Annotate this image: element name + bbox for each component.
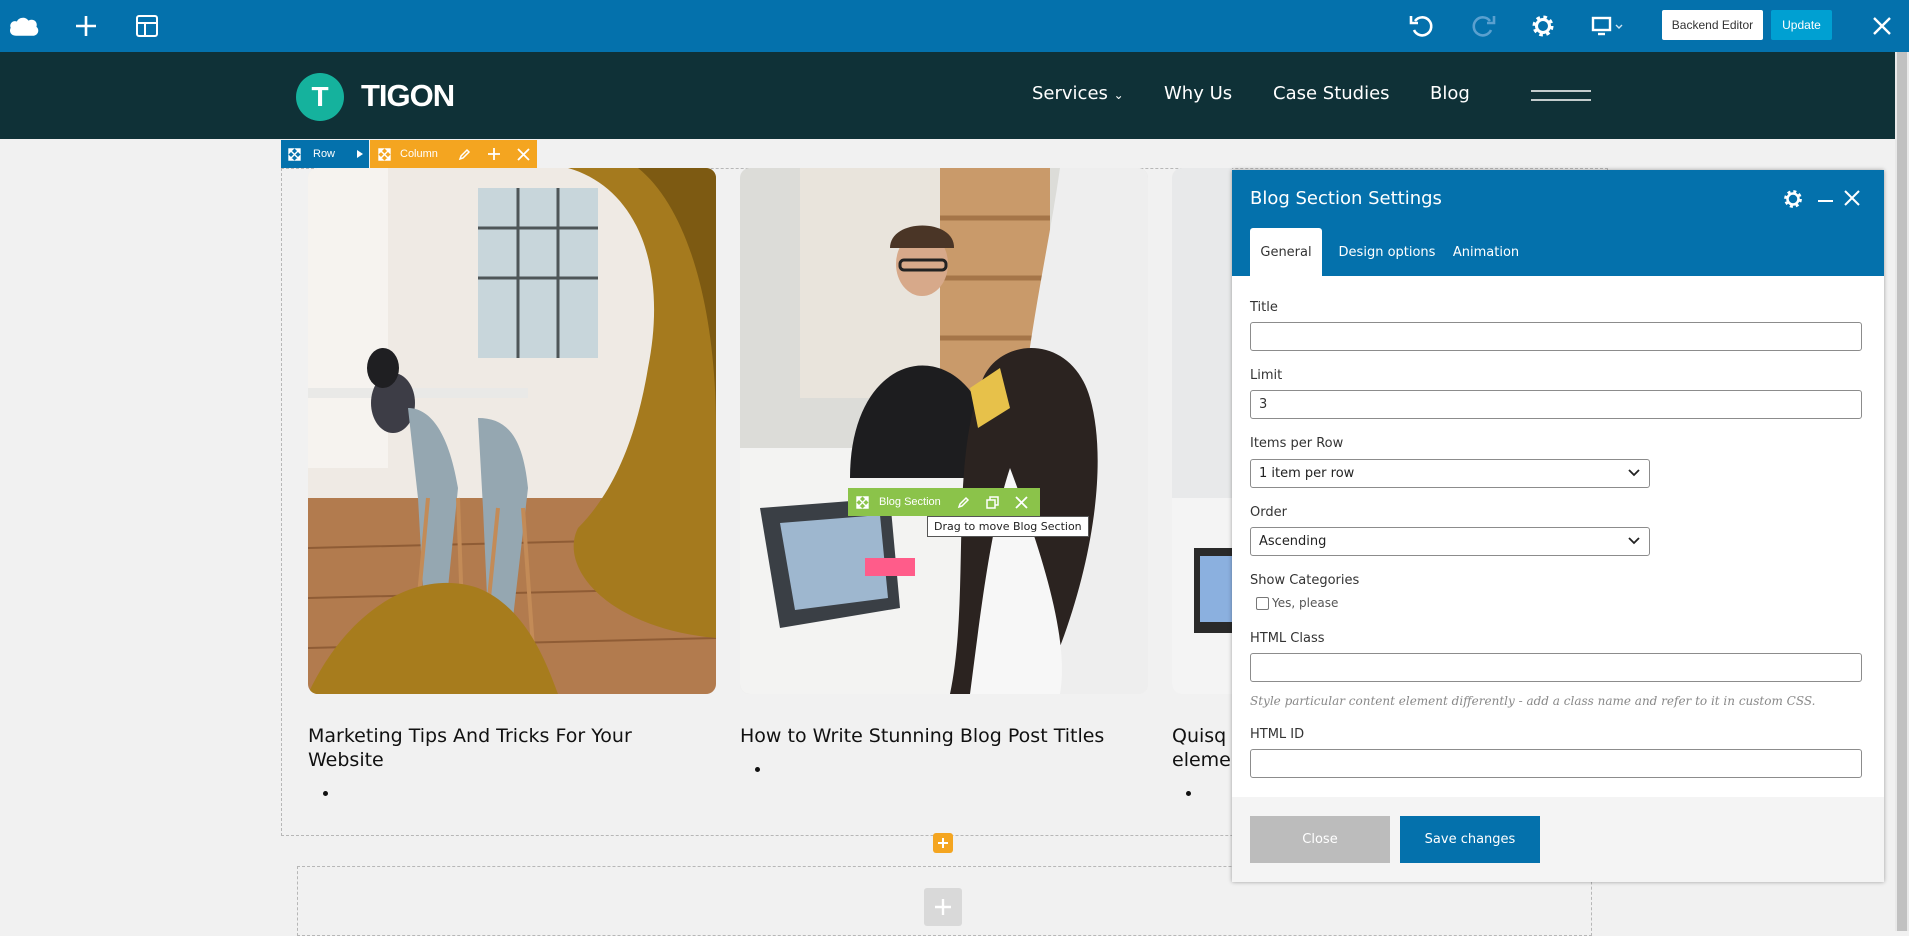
tab-general[interactable]: General	[1250, 228, 1322, 276]
blog-section-control[interactable]: Blog Section	[848, 488, 1040, 516]
title-label: Title	[1250, 300, 1278, 315]
dialog-header[interactable]: Blog Section Settings General Design opt…	[1232, 170, 1884, 276]
builder-toolbar: Backend Editor Update	[0, 0, 1909, 52]
redo-icon[interactable]	[1467, 10, 1499, 42]
html-id-label: HTML ID	[1250, 727, 1305, 742]
html-class-label: HTML Class	[1250, 631, 1325, 646]
page-scrollbar-thumb[interactable]	[1897, 52, 1907, 931]
chevron-down-icon: ⌄	[1113, 88, 1124, 102]
post-title-1-line2[interactable]: Website	[308, 748, 632, 772]
blog-section-settings-dialog: Blog Section Settings General Design opt…	[1232, 170, 1884, 882]
close-editor-icon[interactable]	[1866, 10, 1898, 42]
column-control[interactable]: Column	[370, 140, 537, 168]
meta-bullet	[323, 791, 328, 796]
move-icon[interactable]	[288, 147, 301, 161]
add-row-plus-icon[interactable]	[924, 888, 962, 926]
nav-why-us[interactable]: Why Us	[1164, 83, 1232, 104]
nav-blog[interactable]: Blog	[1430, 83, 1470, 104]
tab-design-options[interactable]: Design options	[1332, 228, 1442, 276]
html-class-help-text: Style particular content element differe…	[1250, 694, 1816, 708]
items-per-row-select[interactable]: 1 item per row	[1250, 459, 1650, 488]
show-categories-label: Show Categories	[1250, 573, 1360, 588]
delete-x-icon[interactable]	[517, 147, 530, 161]
hamburger-menu-icon[interactable]	[1531, 87, 1591, 103]
logo-text[interactable]: TIGON	[361, 78, 455, 114]
undo-icon[interactable]	[1406, 10, 1438, 42]
items-per-row-value: 1 item per row	[1259, 466, 1355, 481]
cloud-logo-icon[interactable]	[8, 10, 40, 42]
row-label: Row	[313, 148, 336, 160]
nav-services[interactable]: Services ⌄	[1032, 83, 1124, 104]
backend-editor-button[interactable]: Backend Editor	[1662, 10, 1763, 40]
chevron-down-icon	[1628, 536, 1640, 546]
post-title-1-line1[interactable]: Marketing Tips And Tricks For Your	[308, 724, 632, 748]
edit-pencil-icon[interactable]	[957, 496, 970, 509]
responsive-view-icon[interactable]	[1588, 10, 1628, 42]
edit-pencil-icon[interactable]	[458, 148, 471, 161]
post-title-3-line2[interactable]: eleme	[1172, 748, 1231, 772]
column-label: Column	[400, 148, 438, 160]
order-select[interactable]: Ascending	[1250, 527, 1650, 556]
limit-input[interactable]: 3	[1250, 390, 1862, 419]
caret-right-icon[interactable]	[357, 150, 364, 158]
order-label: Order	[1250, 505, 1287, 520]
post-image-meeting[interactable]	[740, 168, 1148, 694]
add-plus-icon[interactable]	[487, 147, 501, 161]
post-image-third[interactable]	[1172, 168, 1232, 694]
tab-animation[interactable]: Animation	[1446, 228, 1526, 276]
title-input[interactable]	[1250, 322, 1862, 351]
row-control[interactable]: Row	[281, 140, 369, 168]
blog-section-label: Blog Section	[879, 496, 941, 508]
close-button[interactable]: Close	[1250, 816, 1390, 863]
add-element-plus-icon[interactable]	[933, 833, 953, 853]
items-per-row-label: Items per Row	[1250, 436, 1344, 451]
clone-icon[interactable]	[986, 495, 999, 509]
minimize-icon[interactable]	[1818, 200, 1833, 202]
meta-bullet	[755, 767, 760, 772]
add-element-icon[interactable]	[70, 10, 102, 42]
show-categories-option[interactable]: Yes, please	[1272, 596, 1338, 610]
post-title-1[interactable]: Marketing Tips And Tricks For Your Websi…	[308, 724, 632, 772]
settings-gear-icon[interactable]	[1527, 10, 1559, 42]
dialog-close-icon[interactable]	[1844, 190, 1860, 206]
move-icon[interactable]	[378, 147, 391, 161]
post-image-office[interactable]	[308, 168, 716, 694]
meta-bullet	[1186, 791, 1191, 796]
html-class-input[interactable]	[1250, 653, 1862, 682]
save-changes-button[interactable]: Save changes	[1400, 816, 1540, 863]
nav-case-studies[interactable]: Case Studies	[1273, 83, 1390, 104]
dialog-settings-gear-icon[interactable]	[1782, 188, 1804, 210]
update-button[interactable]: Update	[1771, 10, 1832, 40]
site-header	[0, 52, 1895, 139]
post-title-3[interactable]: Quisq eleme	[1172, 724, 1231, 772]
html-id-input[interactable]	[1250, 749, 1862, 778]
logo-mark[interactable]: T	[296, 73, 344, 121]
nav-services-label: Services	[1032, 83, 1108, 104]
limit-label: Limit	[1250, 368, 1283, 383]
templates-icon[interactable]	[131, 10, 163, 42]
delete-x-icon[interactable]	[1015, 495, 1028, 509]
post-title-3-line1[interactable]: Quisq	[1172, 724, 1231, 748]
order-value: Ascending	[1259, 534, 1327, 549]
dialog-title: Blog Section Settings	[1250, 188, 1442, 209]
post-title-2[interactable]: How to Write Stunning Blog Post Titles	[740, 724, 1104, 748]
move-icon[interactable]	[856, 495, 869, 509]
show-categories-checkbox[interactable]	[1256, 597, 1269, 610]
drag-tooltip: Drag to move Blog Section	[927, 516, 1089, 537]
chevron-down-icon	[1628, 468, 1640, 478]
post-title-2-line1[interactable]: How to Write Stunning Blog Post Titles	[740, 724, 1104, 748]
